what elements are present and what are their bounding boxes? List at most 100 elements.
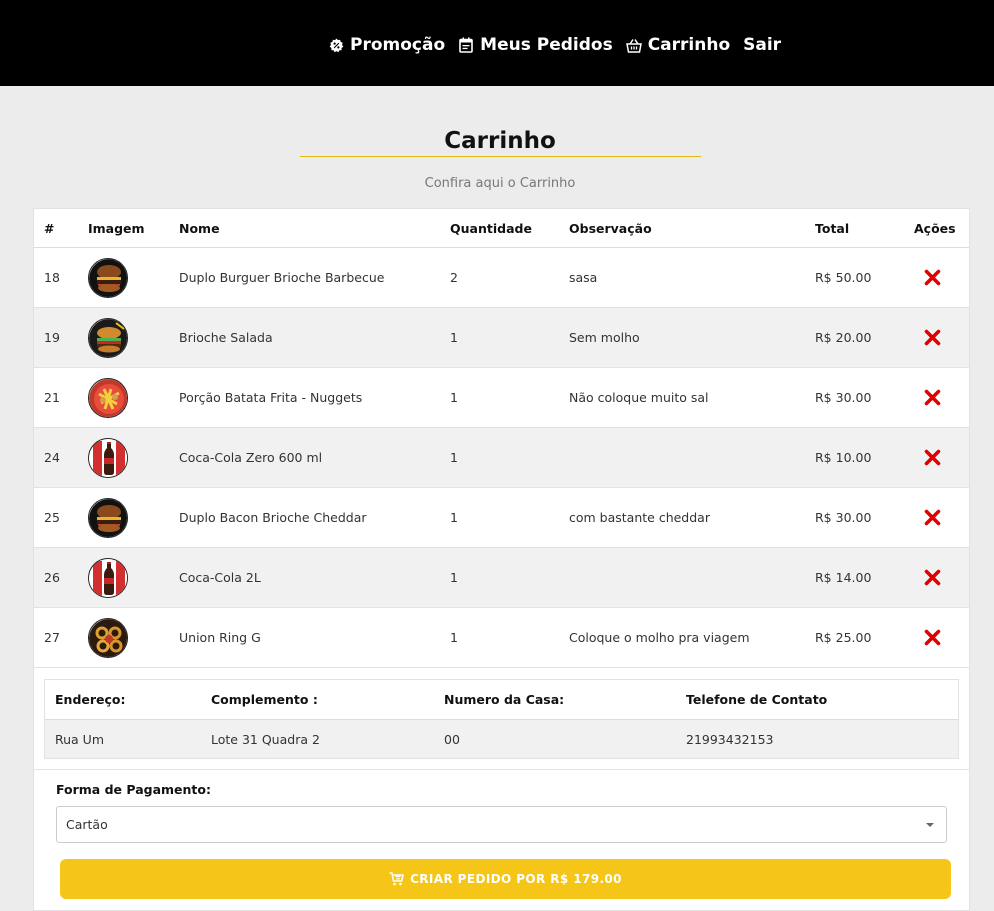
row-id: 19	[44, 330, 60, 345]
close-icon	[924, 329, 940, 346]
close-icon	[924, 389, 940, 406]
address-phone: 21993432153	[686, 731, 774, 747]
nav-orders[interactable]: Meus Pedidos	[458, 35, 613, 55]
nav-cart-label: Carrinho	[647, 35, 731, 55]
basket-icon	[625, 37, 642, 53]
row-name: Porção Batata Frita - Nuggets	[179, 390, 363, 405]
remove-item-button[interactable]	[922, 568, 942, 588]
header-image: Imagem	[88, 220, 145, 236]
row-actions	[922, 608, 942, 667]
row-actions	[922, 368, 942, 427]
nav-logout-label: Sair	[743, 35, 782, 55]
payment-method-select[interactable]: Cartão	[56, 806, 947, 843]
close-icon	[924, 509, 940, 526]
divider	[34, 769, 969, 770]
row-image	[88, 488, 128, 547]
row-quantity: 1	[450, 390, 458, 405]
row-id: 18	[44, 270, 60, 285]
row-id: 21	[44, 390, 60, 405]
row-image	[88, 368, 128, 427]
cart-icon	[389, 872, 404, 886]
table-row: 26 Coca-Cola 2L 1 R$ 14.00	[34, 548, 969, 608]
address-table: Endereço: Complemento : Numero da Casa: …	[44, 679, 959, 759]
address-phone-header: Telefone de Contato	[686, 692, 828, 707]
row-quantity: 1	[450, 630, 458, 645]
create-order-button[interactable]: CRIAR PEDIDO POR R$ 179.00	[60, 859, 951, 899]
table-row: 18 Duplo Burguer Brioche Barbecue 2 sasa R$ …	[34, 248, 969, 308]
address-street-header: Endereço:	[55, 692, 126, 707]
row-image	[88, 308, 128, 367]
badge-percent-icon	[328, 37, 344, 53]
row-name: Duplo Bacon Brioche Cheddar	[179, 510, 367, 525]
chevron-down-icon	[926, 823, 934, 827]
payment-selected-value: Cartão	[66, 817, 108, 832]
top-navbar: Promoção Meus Pedidos Carrinho Sair	[0, 0, 994, 86]
remove-item-button[interactable]	[922, 328, 942, 348]
row-total: R$ 14.00	[815, 570, 872, 585]
header-note: Observação	[569, 220, 652, 236]
close-icon	[924, 629, 940, 646]
nav-promo[interactable]: Promoção	[328, 35, 445, 55]
row-total: R$ 30.00	[815, 390, 872, 405]
row-id: 27	[44, 630, 60, 645]
row-actions	[922, 488, 942, 547]
close-icon	[924, 449, 940, 466]
remove-item-button[interactable]	[922, 268, 942, 288]
product-thumbnail	[88, 497, 128, 538]
row-id: 24	[44, 450, 60, 465]
row-image	[88, 428, 128, 487]
header-quantity: Quantidade	[450, 220, 532, 236]
row-name: Brioche Salada	[179, 330, 273, 345]
address-complement-header: Complemento :	[211, 692, 318, 707]
row-image	[88, 608, 128, 667]
page-subtitle: Confira aqui o Carrinho	[424, 176, 576, 191]
nav-cart[interactable]: Carrinho	[625, 35, 731, 55]
close-icon	[924, 569, 940, 586]
row-actions	[922, 428, 942, 487]
header-actions: Ações	[914, 220, 956, 236]
row-total: R$ 20.00	[815, 330, 872, 345]
title-underline	[300, 156, 701, 157]
row-actions	[922, 548, 942, 607]
cart-table-header: # Imagem Nome Quantidade Observação Tota…	[34, 209, 969, 248]
row-actions	[922, 248, 942, 307]
product-thumbnail	[88, 257, 128, 298]
row-actions	[922, 308, 942, 367]
product-thumbnail	[88, 557, 128, 598]
main-nav: Promoção Meus Pedidos Carrinho Sair	[328, 33, 781, 57]
address-number-header: Numero da Casa:	[444, 692, 565, 707]
remove-item-button[interactable]	[922, 388, 942, 408]
product-thumbnail	[88, 437, 128, 478]
header-id: #	[44, 220, 55, 236]
header-name: Nome	[179, 220, 220, 236]
row-note: Coloque o molho pra viagem	[569, 630, 750, 645]
header-total: Total	[815, 220, 850, 236]
row-total: R$ 10.00	[815, 450, 872, 465]
product-thumbnail	[88, 377, 128, 418]
row-note: com bastante cheddar	[569, 510, 710, 525]
product-thumbnail	[88, 317, 128, 358]
row-quantity: 1	[450, 450, 458, 465]
row-name: Coca-Cola 2L	[179, 570, 261, 585]
row-note: Sem molho	[569, 330, 640, 345]
remove-item-button[interactable]	[922, 448, 942, 468]
address-number: 00	[444, 731, 460, 747]
row-note: Não coloque muito sal	[569, 390, 709, 405]
row-image	[88, 548, 128, 607]
close-icon	[924, 269, 940, 286]
table-row: 19 Brioche Salada 1 Sem molho R$ 20.00	[34, 308, 969, 368]
row-quantity: 1	[450, 330, 458, 345]
product-thumbnail	[88, 617, 128, 658]
create-order-label: CRIAR PEDIDO POR R$ 179.00	[410, 872, 622, 886]
remove-item-button[interactable]	[922, 508, 942, 528]
row-id: 25	[44, 510, 60, 525]
row-quantity: 1	[450, 510, 458, 525]
remove-item-button[interactable]	[922, 628, 942, 648]
address-header: Endereço: Complemento : Numero da Casa: …	[45, 680, 958, 720]
row-quantity: 2	[450, 270, 458, 285]
row-note: sasa	[569, 270, 598, 285]
nav-orders-label: Meus Pedidos	[480, 35, 613, 55]
address-values: Rua Um Lote 31 Quadra 2 00 21993432153	[45, 720, 958, 758]
table-row: 24 Coca-Cola Zero 600 ml 1 R$ 10.00	[34, 428, 969, 488]
nav-logout[interactable]: Sair	[743, 35, 781, 55]
